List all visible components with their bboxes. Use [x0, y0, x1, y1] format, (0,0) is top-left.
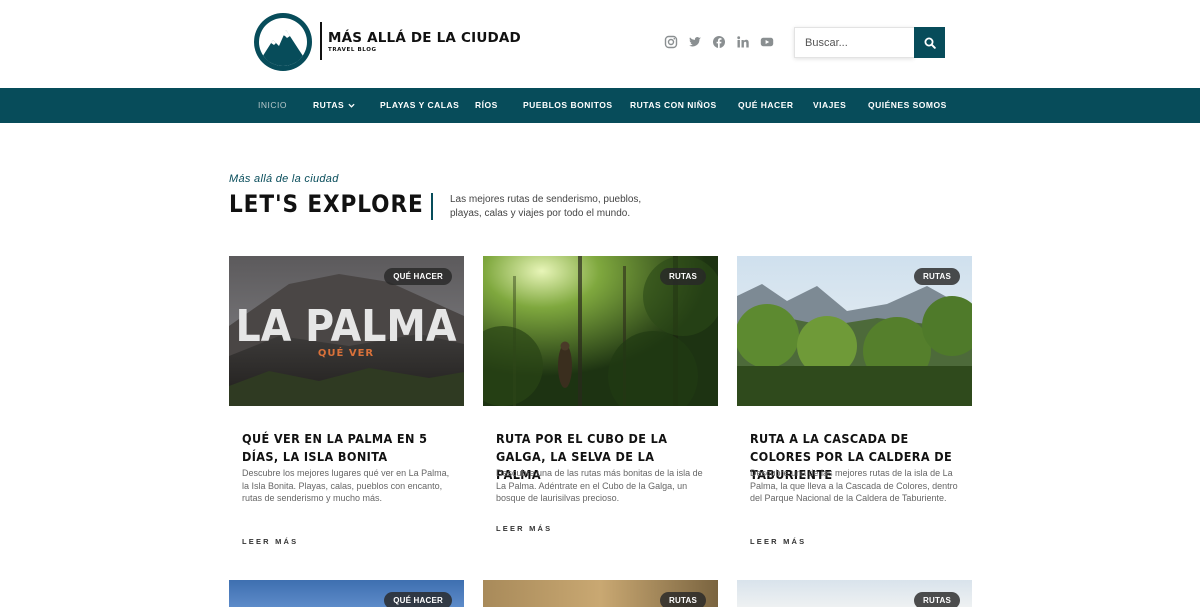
facebook-icon[interactable]	[712, 35, 726, 49]
logo-divider	[320, 22, 322, 60]
post-excerpt: Descubre una de las rutas más bonitas de…	[496, 468, 703, 503]
read-more-link[interactable]: LEER MÁS	[750, 537, 806, 546]
search-icon	[924, 37, 936, 49]
intro-eyebrow: Más allá de la ciudad	[229, 173, 339, 185]
nav-item-label: RUTAS	[313, 100, 345, 110]
nav-item-rios[interactable]: RÍOS	[475, 88, 498, 123]
instagram-icon[interactable]	[664, 35, 678, 49]
category-badge[interactable]: RUTAS	[914, 268, 960, 285]
image-subtitle: QUÉ VER	[318, 346, 374, 359]
post-image[interactable]: RUTAS	[737, 580, 972, 607]
nav-item-pueblos-bonitos[interactable]: PUEBLOS BONITOS	[523, 88, 613, 123]
post-excerpt: Descubre una de las mejores rutas de la …	[750, 468, 958, 503]
intro-divider	[431, 193, 433, 220]
post-image[interactable]: RUTAS	[737, 256, 972, 406]
site-logo[interactable]	[253, 12, 313, 72]
post-image[interactable]: QUÉ HACER	[229, 580, 464, 607]
search-button[interactable]	[914, 27, 945, 58]
nav-item-rutas-con-ninos[interactable]: RUTAS CON NIÑOS	[630, 88, 717, 123]
nav-item-quienes-somos[interactable]: QUIÉNES SOMOS	[868, 88, 947, 123]
read-more-link[interactable]: LEER MÁS	[496, 524, 552, 533]
post-image[interactable]: RUTAS	[483, 256, 718, 406]
post-card: RUTAS RUTA A LA CASCADA DE COLORES POR L…	[737, 256, 972, 556]
category-badge[interactable]: RUTAS	[914, 592, 960, 607]
post-card: RUTAS RUTA POR EL CUBO DE LA GALGA, LA S…	[483, 256, 718, 556]
category-badge[interactable]: QUÉ HACER	[384, 592, 452, 607]
post-image[interactable]: RUTAS	[483, 580, 718, 607]
nav-item-inicio[interactable]: INICIO	[258, 88, 287, 123]
main-nav: INICIO RUTAS PLAYAS Y CALAS RÍOS PUEBLOS…	[0, 88, 1200, 123]
post-title[interactable]: QUÉ VER EN LA PALMA EN 5 DÍAS, LA ISLA B…	[242, 430, 444, 466]
post-card: LA PALMA QUÉ VER QUÉ HACER QUÉ VER EN LA…	[229, 256, 464, 556]
nav-item-rutas[interactable]: RUTAS	[313, 88, 355, 123]
mountain-logo-icon	[254, 13, 312, 71]
post-image[interactable]: LA PALMA QUÉ VER QUÉ HACER	[229, 256, 464, 406]
nav-item-playas-y-calas[interactable]: PLAYAS Y CALAS	[380, 88, 459, 123]
linkedin-icon[interactable]	[736, 35, 750, 49]
site-header: MÁS ALLÁ DE LA CIUDAD TRAVEL BLOG	[0, 0, 1200, 88]
category-badge[interactable]: RUTAS	[660, 592, 706, 607]
brand-title[interactable]: MÁS ALLÁ DE LA CIUDAD	[328, 30, 521, 46]
twitter-icon[interactable]	[688, 35, 702, 49]
intro-text: Las mejores rutas de senderismo, pueblos…	[450, 194, 642, 219]
search-field	[794, 27, 914, 58]
category-badge[interactable]: RUTAS	[660, 268, 706, 285]
brand-subtitle: TRAVEL BLOG	[328, 47, 377, 53]
category-badge[interactable]: QUÉ HACER	[384, 268, 452, 285]
chevron-down-icon	[348, 103, 355, 108]
nav-item-que-hacer[interactable]: QUÉ HACER	[738, 88, 794, 123]
search-input[interactable]	[795, 28, 914, 57]
intro-headline: LET'S EXPLORE	[229, 190, 424, 218]
nav-item-viajes[interactable]: VIAJES	[813, 88, 846, 123]
youtube-icon[interactable]	[760, 35, 774, 49]
image-title: LA PALMA	[236, 300, 457, 352]
post-excerpt: Descubre los mejores lugares qué ver en …	[242, 468, 450, 503]
read-more-link[interactable]: LEER MÁS	[242, 537, 298, 546]
social-links	[664, 35, 774, 49]
